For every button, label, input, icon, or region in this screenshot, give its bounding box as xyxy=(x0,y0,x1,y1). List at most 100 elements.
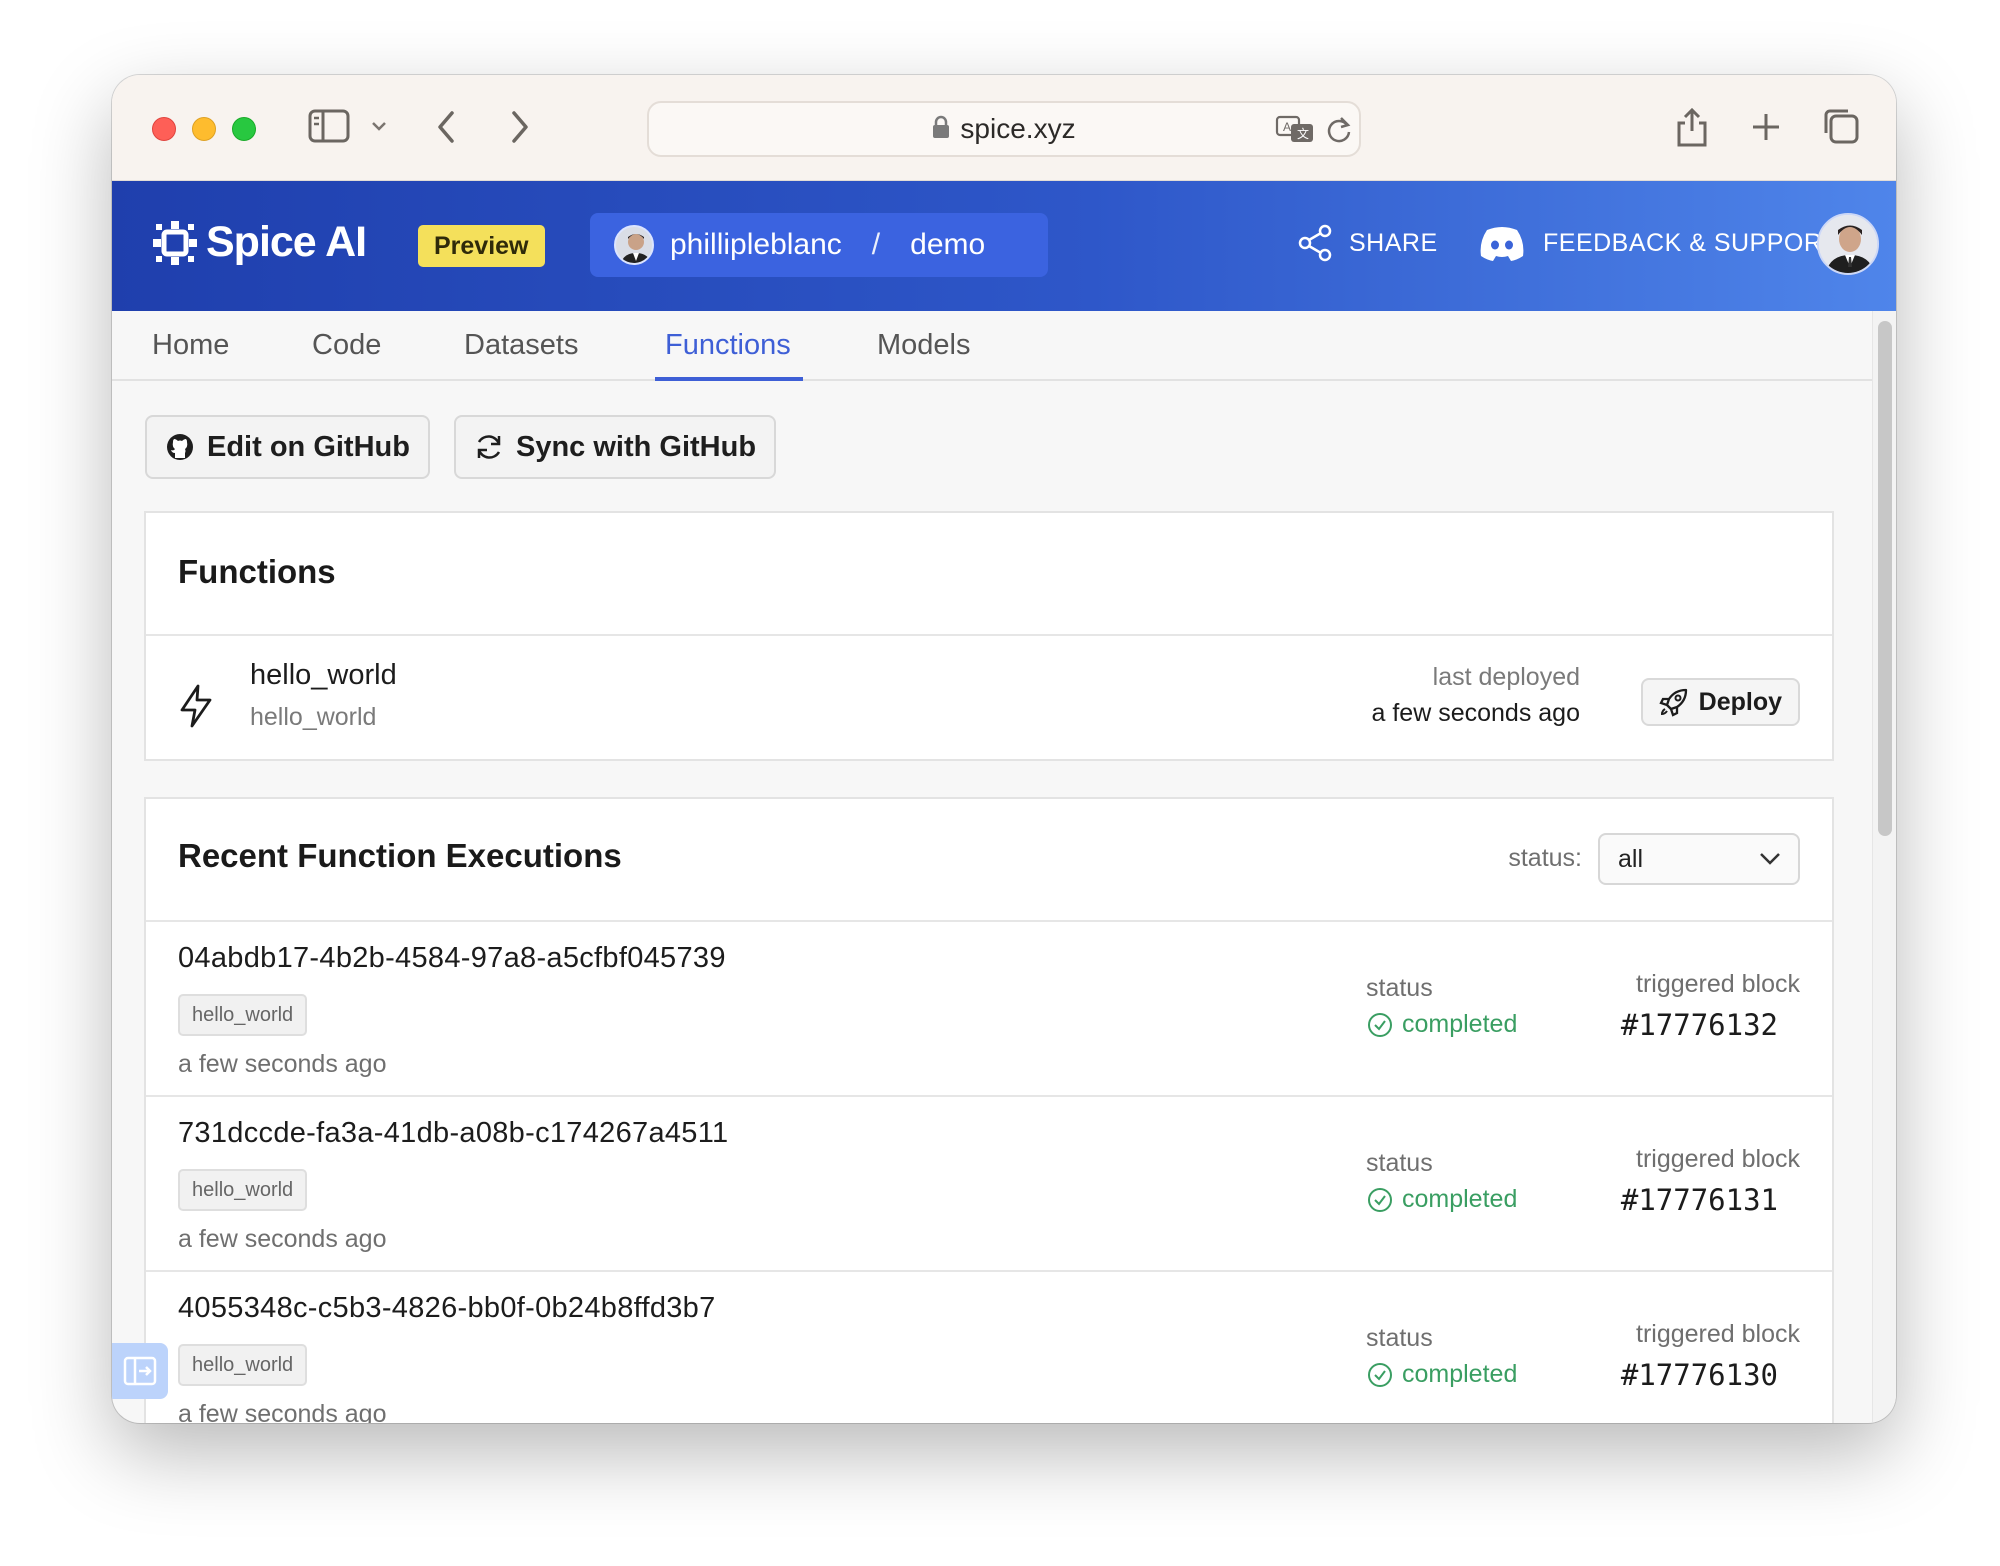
function-tag: hello_world xyxy=(178,1169,308,1211)
status-filter-value: all xyxy=(1618,844,1644,873)
back-icon[interactable] xyxy=(434,107,460,147)
new-tab-icon[interactable] xyxy=(1750,111,1782,143)
share-icon xyxy=(1298,224,1332,262)
functions-card: Functions hello_world hello_world last d… xyxy=(144,511,1834,761)
check-circle-icon xyxy=(1368,1012,1392,1037)
tab-models[interactable]: Models xyxy=(877,329,971,362)
execution-time: a few seconds ago xyxy=(178,1225,387,1253)
triggered-block-value[interactable]: #17776132 xyxy=(1621,1008,1778,1042)
triggered-block-value[interactable]: #17776131 xyxy=(1621,1183,1778,1217)
preview-badge: Preview xyxy=(418,225,545,267)
address-bar[interactable]: spice.xyz A文 xyxy=(647,101,1361,157)
chevron-down-icon xyxy=(1760,853,1780,865)
divider xyxy=(146,634,1832,636)
function-name[interactable]: hello_world xyxy=(250,659,397,692)
panel-toggle-button[interactable] xyxy=(112,1343,168,1399)
close-window-button[interactable] xyxy=(152,117,176,141)
edit-on-github-label: Edit on GitHub xyxy=(207,430,410,463)
forward-icon[interactable] xyxy=(506,107,532,147)
user-avatar[interactable] xyxy=(1817,213,1879,275)
sync-icon xyxy=(477,435,501,459)
feedback-label: FEEDBACK & SUPPORT xyxy=(1543,228,1838,257)
rocket-icon xyxy=(1659,688,1687,717)
functions-title: Functions xyxy=(178,553,336,590)
breadcrumb-separator: / xyxy=(871,228,881,261)
status-value: completed xyxy=(1366,1360,1517,1389)
discord-icon xyxy=(1480,227,1524,261)
share-page-icon[interactable] xyxy=(1674,105,1710,149)
execution-time: a few seconds ago xyxy=(178,1400,387,1423)
function-subtitle: hello_world xyxy=(250,703,377,731)
browser-window: spice.xyz A文 Spice AI Preview phillipleb… xyxy=(112,75,1896,1423)
feedback-support-button[interactable]: FEEDBACK & SUPPORT xyxy=(1477,224,1838,262)
tab-functions[interactable]: Functions xyxy=(665,329,791,362)
triggered-block-value[interactable]: #17776130 xyxy=(1621,1358,1778,1392)
reload-icon[interactable] xyxy=(1325,115,1353,150)
sync-with-github-button[interactable]: Sync with GitHub xyxy=(454,415,777,479)
status-label: status xyxy=(1366,1149,1433,1177)
url-text: spice.xyz xyxy=(960,113,1076,144)
sidebar-toggle-icon[interactable] xyxy=(308,109,350,143)
execution-row[interactable]: 04abdb17-4b2b-4584-97a8-a5cfbf045739 hel… xyxy=(146,920,1832,1095)
execution-row[interactable]: 731dccde-fa3a-41db-a08b-c174267a4511 hel… xyxy=(146,1095,1832,1270)
triggered-block-label: triggered block xyxy=(1636,1145,1800,1173)
sync-with-github-label: Sync with GitHub xyxy=(516,430,757,463)
minimize-window-button[interactable] xyxy=(192,117,216,141)
logo-text: Spice AI xyxy=(206,218,367,266)
function-tag: hello_world xyxy=(178,1344,308,1386)
maximize-window-button[interactable] xyxy=(232,117,256,141)
tab-code[interactable]: Code xyxy=(312,329,381,362)
triggered-block-label: triggered block xyxy=(1636,970,1800,998)
tab-overview-icon[interactable] xyxy=(1822,107,1860,145)
svg-text:文: 文 xyxy=(1297,126,1309,141)
share-label: SHARE xyxy=(1349,228,1438,257)
spice-logo[interactable]: Spice AI xyxy=(152,218,367,267)
lightning-icon xyxy=(178,684,214,733)
tab-home[interactable]: Home xyxy=(152,329,229,362)
execution-id[interactable]: 731dccde-fa3a-41db-a08b-c174267a4511 xyxy=(178,1117,728,1150)
edit-on-github-button[interactable]: Edit on GitHub xyxy=(145,415,430,479)
status-text: completed xyxy=(1402,1185,1518,1213)
panel-expand-icon xyxy=(123,1356,157,1386)
status-text: completed xyxy=(1402,1010,1518,1038)
status-filter-select[interactable]: all xyxy=(1598,833,1800,885)
status-filter-label: status: xyxy=(1508,844,1582,872)
recent-executions-title: Recent Function Executions xyxy=(178,837,622,874)
app-header: Spice AI Preview phillipleblanc / demo S… xyxy=(112,181,1896,311)
status-value: completed xyxy=(1366,1185,1517,1214)
breadcrumb-repo[interactable]: demo xyxy=(910,228,985,262)
scrollbar[interactable] xyxy=(1872,311,1896,1423)
last-deployed-label: last deployed xyxy=(1432,663,1580,691)
breadcrumb-user[interactable]: phillipleblanc xyxy=(670,228,842,262)
status-label: status xyxy=(1366,974,1433,1002)
breadcrumb: phillipleblanc / demo xyxy=(590,213,1048,277)
translate-icon[interactable]: A文 xyxy=(1275,115,1315,150)
execution-row[interactable]: 4055348c-c5b3-4826-bb0f-0b24b8ffd3b7 hel… xyxy=(146,1270,1832,1423)
deploy-label: Deploy xyxy=(1698,687,1782,716)
status-value: completed xyxy=(1366,1010,1517,1039)
status-label: status xyxy=(1366,1324,1433,1352)
chevron-down-icon[interactable] xyxy=(370,119,388,133)
svg-text:A: A xyxy=(1283,120,1291,134)
function-tag: hello_world xyxy=(178,994,308,1036)
github-icon xyxy=(167,434,193,460)
avatar xyxy=(614,225,654,265)
browser-toolbar: spice.xyz A文 xyxy=(112,75,1896,181)
execution-time: a few seconds ago xyxy=(178,1050,387,1078)
lock-icon xyxy=(932,115,950,144)
last-deployed-value: a few seconds ago xyxy=(1371,699,1580,727)
recent-executions-card: Recent Function Executions status: all 0… xyxy=(144,797,1834,1423)
tab-bar: Home Code Datasets Functions Models xyxy=(112,311,1872,381)
triggered-block-label: triggered block xyxy=(1636,1320,1800,1348)
check-circle-icon xyxy=(1368,1187,1392,1212)
share-button[interactable]: SHARE xyxy=(1297,224,1438,262)
scrollbar-thumb[interactable] xyxy=(1878,321,1892,836)
spice-logo-icon xyxy=(153,220,197,265)
status-text: completed xyxy=(1402,1360,1518,1388)
active-tab-indicator xyxy=(655,377,803,381)
tab-datasets[interactable]: Datasets xyxy=(464,329,578,362)
execution-id[interactable]: 04abdb17-4b2b-4584-97a8-a5cfbf045739 xyxy=(178,942,726,975)
deploy-button[interactable]: Deploy xyxy=(1640,678,1800,726)
check-circle-icon xyxy=(1368,1362,1392,1387)
execution-id[interactable]: 4055348c-c5b3-4826-bb0f-0b24b8ffd3b7 xyxy=(178,1292,716,1325)
